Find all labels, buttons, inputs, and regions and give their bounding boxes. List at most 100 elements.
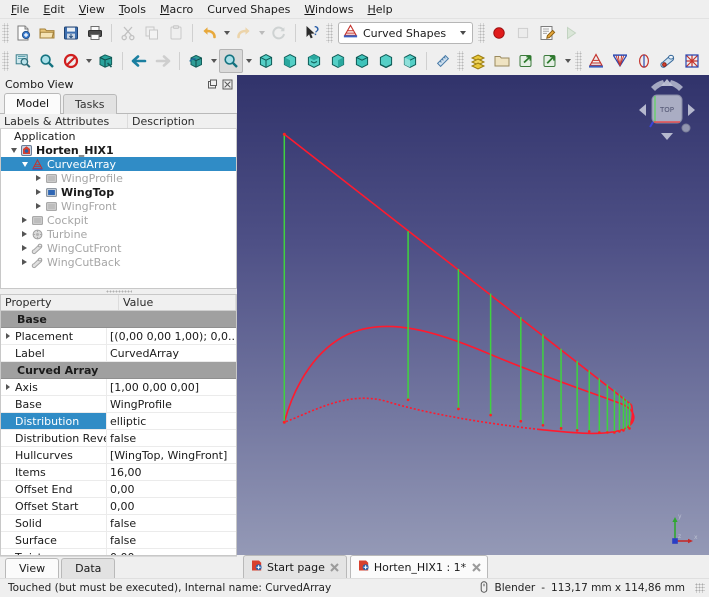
tree-item-wingprofile[interactable]: WingProfile bbox=[1, 171, 236, 185]
std-views-dropdown-caret[interactable] bbox=[208, 49, 219, 73]
previous-view-button[interactable] bbox=[127, 49, 151, 73]
menu-curved-shapes[interactable]: Curved Shapes bbox=[200, 1, 297, 18]
property-row-twist[interactable]: Twist 0,00 bbox=[1, 549, 236, 555]
expand-arrow-icon[interactable] bbox=[1, 379, 14, 395]
navigation-cube[interactable]: TOP bbox=[631, 77, 703, 149]
navigation-style-label[interactable]: Blender bbox=[495, 582, 536, 594]
tree-item-cockpit[interactable]: Cockpit bbox=[1, 213, 236, 227]
cut-button[interactable] bbox=[116, 21, 140, 45]
property-row-solid[interactable]: Solid false bbox=[1, 515, 236, 532]
property-row-items[interactable]: Items 16,00 bbox=[1, 464, 236, 481]
tree-expand-arrow[interactable] bbox=[33, 171, 44, 185]
menu-tools[interactable]: Tools bbox=[112, 1, 153, 18]
property-value[interactable]: false bbox=[106, 532, 236, 548]
toolbar-grip[interactable] bbox=[2, 23, 9, 43]
tree-expand-arrow[interactable] bbox=[33, 199, 44, 213]
property-value[interactable]: 16,00 bbox=[106, 464, 236, 480]
property-value[interactable]: [1,00 0,00 0,00] bbox=[106, 379, 236, 395]
tab-view[interactable]: View bbox=[5, 558, 60, 578]
bottom-view-button[interactable] bbox=[374, 49, 398, 73]
property-value[interactable]: 0,00 bbox=[106, 498, 236, 514]
toolbar-grip[interactable] bbox=[478, 23, 485, 43]
menu-macro[interactable]: Macro bbox=[153, 1, 200, 18]
tree-expand-arrow[interactable] bbox=[1, 129, 12, 143]
copy-button[interactable] bbox=[140, 21, 164, 45]
tab-model[interactable]: Model bbox=[4, 93, 62, 114]
property-row-offset-start[interactable]: Offset Start 0,00 bbox=[1, 498, 236, 515]
property-row-distribution[interactable]: Distribution elliptic bbox=[1, 413, 236, 430]
menu-file[interactable]: File bbox=[4, 1, 36, 18]
toolbar-grip[interactable] bbox=[326, 23, 333, 43]
undock-icon[interactable] bbox=[206, 78, 219, 91]
right-view-button[interactable] bbox=[326, 49, 350, 73]
tree-expand-arrow[interactable] bbox=[19, 255, 30, 269]
macro-edit-button[interactable] bbox=[535, 21, 559, 45]
tree-column-description[interactable]: Description bbox=[128, 114, 237, 128]
undo-dropdown-caret[interactable] bbox=[221, 21, 232, 45]
link-actions-dropdown-caret[interactable] bbox=[562, 49, 573, 73]
next-view-button[interactable] bbox=[151, 49, 175, 73]
draw-style-dropdown-caret[interactable] bbox=[83, 49, 94, 73]
navigation-style-icon[interactable] bbox=[479, 580, 489, 596]
property-column-value[interactable]: Value bbox=[119, 295, 236, 310]
property-row-label[interactable]: Label CurvedArray bbox=[1, 345, 236, 362]
redo-button[interactable] bbox=[232, 21, 256, 45]
top-view-button[interactable] bbox=[302, 49, 326, 73]
tree-item-wingfront[interactable]: WingFront bbox=[1, 199, 236, 213]
refresh-button[interactable] bbox=[267, 21, 291, 45]
toolbar-grip[interactable] bbox=[2, 51, 9, 71]
tree-expand-arrow[interactable] bbox=[19, 213, 30, 227]
new-document-button[interactable] bbox=[11, 21, 35, 45]
model-tree[interactable]: Application Horten_HIX1 CurvedArray Wing… bbox=[0, 129, 237, 289]
toolbar-grip[interactable] bbox=[575, 51, 582, 71]
property-value[interactable]: [(0,00 0,00 1,00); 0,0... bbox=[106, 328, 236, 344]
property-value[interactable]: elliptic bbox=[106, 413, 236, 429]
draw-style-button[interactable] bbox=[59, 49, 83, 73]
property-value[interactable]: [WingTop, WingFront] bbox=[106, 447, 236, 463]
tab-data[interactable]: Data bbox=[61, 558, 116, 578]
property-value[interactable]: false bbox=[106, 515, 236, 531]
tree-item-turbine[interactable]: Turbine bbox=[1, 227, 236, 241]
tree-item-application[interactable]: Application bbox=[1, 129, 236, 143]
tree-expand-arrow[interactable] bbox=[8, 143, 19, 157]
tree-expand-arrow[interactable] bbox=[19, 241, 30, 255]
fit-all-button[interactable] bbox=[11, 49, 35, 73]
document-tab-start-page[interactable]: Start page bbox=[243, 555, 347, 578]
axonometric-view-button[interactable] bbox=[254, 49, 278, 73]
macro-stop-button[interactable] bbox=[511, 21, 535, 45]
save-document-button[interactable] bbox=[59, 21, 83, 45]
redo-dropdown-caret[interactable] bbox=[256, 21, 267, 45]
folder-button[interactable] bbox=[490, 49, 514, 73]
zoom-box-dropdown-caret[interactable] bbox=[243, 49, 254, 73]
std-views-button[interactable] bbox=[184, 49, 208, 73]
property-group-base[interactable]: Base bbox=[1, 311, 236, 328]
property-row-base[interactable]: Base WingProfile bbox=[1, 396, 236, 413]
property-row-axis[interactable]: Axis [1,00 0,00 0,00] bbox=[1, 379, 236, 396]
tree-expand-arrow[interactable] bbox=[19, 157, 30, 171]
property-value[interactable]: false bbox=[106, 430, 236, 446]
tree-item-horten-hix1[interactable]: Horten_HIX1 bbox=[1, 143, 236, 157]
3d-viewport[interactable]: TOP y x z bbox=[237, 75, 709, 555]
undo-button[interactable] bbox=[197, 21, 221, 45]
tree-expand-arrow[interactable] bbox=[19, 227, 30, 241]
property-row-surface[interactable]: Surface false bbox=[1, 532, 236, 549]
menu-windows[interactable]: Windows bbox=[297, 1, 360, 18]
menu-edit[interactable]: Edit bbox=[36, 1, 71, 18]
link-actions-button[interactable] bbox=[538, 49, 562, 73]
surface-ruled-button[interactable] bbox=[632, 49, 656, 73]
paste-button[interactable] bbox=[164, 21, 188, 45]
interpolated-middle-button[interactable] bbox=[608, 49, 632, 73]
expand-arrow-icon[interactable] bbox=[1, 328, 14, 344]
tree-item-curvedarray[interactable]: CurvedArray bbox=[1, 157, 236, 171]
workbench-extra-button[interactable] bbox=[466, 49, 490, 73]
property-row-offset-end[interactable]: Offset End 0,00 bbox=[1, 481, 236, 498]
toggle-axis-cross-button[interactable] bbox=[94, 49, 118, 73]
menu-view[interactable]: View bbox=[72, 1, 112, 18]
tree-item-wingtop[interactable]: WingTop bbox=[1, 185, 236, 199]
property-row-hullcurves[interactable]: Hullcurves [WingTop, WingFront] bbox=[1, 447, 236, 464]
macro-record-button[interactable] bbox=[487, 21, 511, 45]
sweep-button[interactable] bbox=[656, 49, 680, 73]
close-icon[interactable] bbox=[329, 561, 341, 573]
workbench-selector[interactable]: Curved Shapes bbox=[338, 22, 473, 44]
macro-execute-button[interactable] bbox=[559, 21, 583, 45]
